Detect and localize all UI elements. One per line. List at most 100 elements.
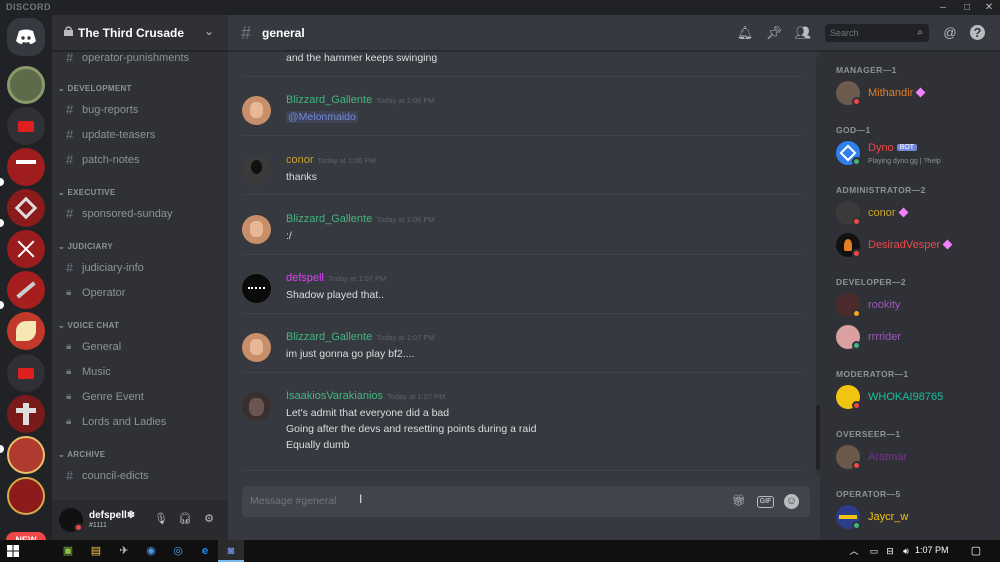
channel-operator-punishments[interactable]: # operator-punishments	[62, 52, 222, 68]
avatar[interactable]	[242, 333, 271, 362]
channel-bug-reports[interactable]: # bug-reports	[62, 100, 222, 120]
chevron-down-icon[interactable]: ⌄	[204, 24, 214, 38]
server-icon[interactable]	[7, 230, 45, 268]
author-name[interactable]: Blizzard_Gallente	[286, 213, 372, 225]
edge-icon[interactable]: e	[197, 543, 213, 559]
author-name[interactable]: defspell	[286, 272, 324, 284]
chevron-up-icon[interactable]: ︿	[846, 543, 862, 559]
server-icon[interactable]	[7, 148, 45, 186]
discord-home-icon[interactable]	[7, 18, 45, 56]
browser-icon[interactable]: ◎	[170, 543, 186, 559]
file-explorer-icon[interactable]: ▤	[88, 543, 104, 559]
avatar[interactable]	[242, 274, 271, 303]
role-header: DEVELOPER—2	[836, 277, 907, 287]
server-list: NEW	[0, 15, 52, 540]
member-item[interactable]: Jaycr_w	[836, 505, 996, 531]
category-archive[interactable]: ⌄ ARCHIVE	[58, 450, 105, 459]
new-badge[interactable]: NEW	[6, 532, 46, 540]
server-icon[interactable]	[7, 189, 45, 227]
server-icon[interactable]	[7, 477, 45, 515]
search-input[interactable]: Search ⌕	[825, 24, 929, 42]
windows-taskbar: ▣ ▤ ✈ ◉ ◎ e ◙ ︿ ▭ ⊟ 🔊︎ 1:07 PM ▢	[0, 540, 1000, 562]
avatar[interactable]	[242, 215, 271, 244]
help-icon[interactable]: ?	[970, 25, 985, 40]
app-icon[interactable]: ✈	[116, 543, 132, 559]
server-icon[interactable]	[7, 436, 45, 474]
microphone-icon[interactable]: 🎙︎	[154, 512, 168, 526]
discord-taskbar-icon[interactable]: ◙	[223, 543, 239, 559]
category-voice-chat[interactable]: ⌄ VOICE CHAT	[58, 321, 119, 330]
battery-icon[interactable]: ▭	[866, 543, 882, 559]
member-name: conor	[868, 207, 908, 219]
voice-channel-music[interactable]: 🔒︎ Music	[62, 362, 222, 382]
member-item[interactable]: Mithandir	[836, 81, 996, 107]
voice-channel-lords-and-ladies[interactable]: 🔒︎ Lords and Ladies	[62, 412, 222, 432]
user-mention[interactable]: @Melonmaido	[286, 111, 358, 123]
avatar[interactable]	[242, 96, 271, 125]
channel-judiciary-info[interactable]: # judiciary-info	[62, 258, 222, 278]
member-item[interactable]: rrrrider	[836, 325, 996, 351]
volume-icon[interactable]: 🔊︎	[898, 543, 914, 559]
gear-icon[interactable]: ⚙	[202, 512, 216, 526]
gift-icon[interactable]: 🎁︎	[730, 493, 748, 510]
server-folder-icon[interactable]	[7, 107, 45, 145]
server-folder-icon[interactable]	[7, 354, 45, 392]
server-icon[interactable]	[7, 271, 45, 309]
taskbar-clock[interactable]: 1:07 PM	[915, 545, 949, 555]
close-button[interactable]: ✕	[980, 0, 998, 15]
member-item[interactable]: Aratmar	[836, 445, 996, 471]
avatar[interactable]	[242, 156, 271, 185]
unread-indicator	[0, 301, 4, 309]
steam-icon[interactable]: ◉	[143, 543, 159, 559]
mention-icon[interactable]: @	[941, 24, 959, 42]
channel-sponsored-sunday[interactable]: # sponsored-sunday	[62, 204, 222, 224]
voice-channel-general[interactable]: 🔒︎ General	[62, 337, 222, 357]
notification-icon[interactable]: ▢	[968, 543, 984, 559]
message-divider	[242, 194, 802, 195]
member-item[interactable]: DesiradVesper	[836, 233, 996, 259]
unread-indicator	[0, 178, 4, 186]
pin-icon[interactable]: 📌︎	[765, 24, 783, 42]
timestamp: Today at 1:07 PM	[327, 274, 387, 283]
author-name[interactable]: conor	[286, 154, 314, 166]
member-list-icon[interactable]: 👥︎	[794, 24, 812, 42]
server-header[interactable]: The Third Crusade ⌄	[52, 15, 228, 51]
emoji-icon[interactable]: ☺	[784, 494, 799, 509]
voice-channel-operator[interactable]: 🔒︎ Operator	[62, 283, 222, 303]
channel-update-teasers[interactable]: # update-teasers	[62, 125, 222, 145]
channel-council-edicts[interactable]: # council-edicts	[62, 466, 222, 486]
windows-start-icon[interactable]	[7, 545, 19, 557]
message-input[interactable]: Message #general I 🎁︎ GIF ☺	[242, 486, 810, 517]
maximize-button[interactable]: □	[958, 0, 976, 15]
avatar[interactable]	[59, 508, 83, 532]
nitro-boost-icon	[898, 207, 908, 218]
status-indicator	[852, 249, 861, 258]
category-judiciary[interactable]: ⌄ JUDICIARY	[58, 242, 113, 251]
network-icon[interactable]: ⊟	[882, 543, 898, 559]
voice-channel-genre-event[interactable]: 🔒︎ Genre Event	[62, 387, 222, 407]
server-icon[interactable]	[7, 312, 45, 350]
server-icon[interactable]	[7, 395, 45, 433]
author-name[interactable]: Blizzard_Gallente	[286, 331, 372, 343]
minecraft-icon[interactable]: ▣	[60, 543, 76, 559]
author-name[interactable]: IsaakiosVarakianios	[286, 390, 383, 402]
avatar[interactable]	[242, 392, 271, 421]
title-bar: DISCORD – □ ✕	[0, 0, 1000, 15]
user-tag: #1111	[89, 522, 107, 529]
minimize-button[interactable]: –	[934, 0, 952, 15]
headphones-icon[interactable]: 🎧︎	[178, 512, 192, 526]
server-icon[interactable]	[7, 66, 45, 104]
member-item[interactable]: Dyno BOT Playing dyno.gg | ?help	[836, 141, 996, 167]
message-divider	[242, 76, 802, 77]
gif-icon[interactable]: GIF	[757, 496, 774, 508]
member-item[interactable]: rookity	[836, 293, 996, 319]
author-name[interactable]: Blizzard_Gallente	[286, 94, 372, 106]
category-development[interactable]: ⌄ DEVELOPMENT	[58, 84, 132, 93]
channel-patch-notes[interactable]: # patch-notes	[62, 150, 222, 170]
lock-icon: 🔒︎	[66, 416, 72, 427]
category-executive[interactable]: ⌄ EXECUTIVE	[58, 188, 116, 197]
bell-icon[interactable]: 🔔︎	[736, 24, 754, 42]
member-item[interactable]: WHOKAI98765	[836, 385, 996, 411]
message-divider	[242, 372, 802, 373]
member-item[interactable]: conor	[836, 201, 996, 227]
